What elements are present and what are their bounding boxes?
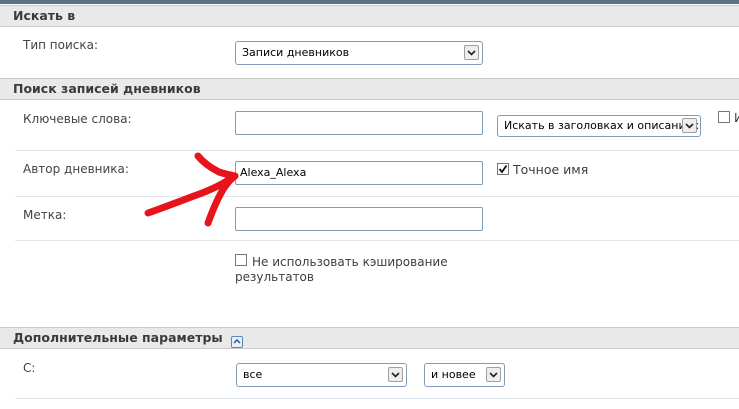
arrow-head-upper <box>194 152 239 180</box>
red-arrow-annotation <box>144 152 239 227</box>
